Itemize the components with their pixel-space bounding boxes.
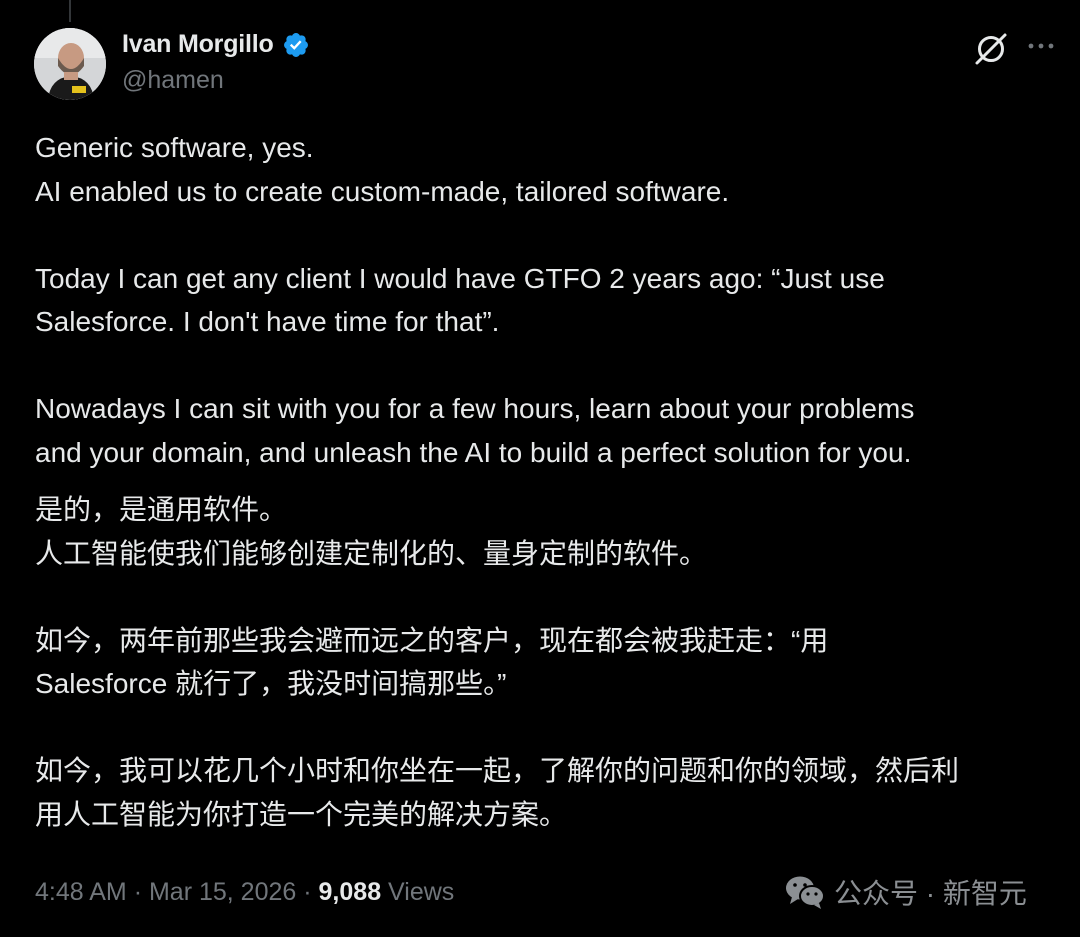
- tweet-line: Today I can get any client I would have …: [35, 262, 885, 294]
- grok-icon[interactable]: [972, 30, 1010, 68]
- meta-separator: ·: [303, 878, 312, 906]
- translation-line: 是的，是通用软件。: [35, 494, 288, 525]
- wechat-icon: [786, 876, 825, 909]
- tweet-line: and your domain, and unleash the AI to b…: [35, 436, 912, 468]
- watermark: 公众号 · 新智元: [784, 872, 1027, 912]
- author-name-row: Ivan Morgillo: [122, 30, 310, 59]
- thread-connector-line: [69, 0, 71, 22]
- translation-line: 如今，两年前那些我会避而远之的客户，现在都会被我赶走：“用: [35, 624, 829, 656]
- watermark-text: 公众号 · 新智元: [834, 878, 1027, 909]
- views-label: Views: [388, 878, 455, 906]
- translation-line: 用人工智能为你打造一个完美的解决方案。: [35, 798, 568, 830]
- translation-line: 人工智能使我们能够创建定制化的、量身定制的软件。: [35, 537, 708, 569]
- tweet-date[interactable]: Mar 15, 2026: [149, 878, 296, 906]
- views-count: 9,088: [318, 878, 382, 906]
- translation-line: 如今，我可以花几个小时和你坐在一起，了解你的问题和你的领域，然后利: [35, 755, 960, 786]
- tweet-time[interactable]: 4:48 AM: [35, 878, 127, 906]
- meta-separator: ·: [133, 878, 143, 906]
- tweet-line: Generic software, yes.: [35, 132, 314, 163]
- avatar-photo: [34, 28, 106, 100]
- author-handle[interactable]: @hamen: [122, 66, 224, 95]
- author-display-name[interactable]: Ivan Morgillo: [122, 30, 274, 59]
- more-options-icon[interactable]: [1026, 34, 1056, 58]
- avatar[interactable]: [34, 28, 106, 100]
- verified-badge-icon: [283, 32, 308, 57]
- tweet-meta: 4:48 AM · Mar 15, 2026 · 9,088 Views: [35, 878, 454, 907]
- translation-line: Salesforce 就行了，我没时间搞那些。”: [35, 668, 507, 699]
- tweet-text: Generic software, yes. AI enabled us to …: [35, 126, 1065, 836]
- tweet-line: Nowadays I can sit with you for a few ho…: [35, 393, 915, 424]
- tweet-line: AI enabled us to create custom-made, tai…: [35, 175, 730, 207]
- tweet-line: Salesforce. I don't have time for that”.: [35, 306, 500, 337]
